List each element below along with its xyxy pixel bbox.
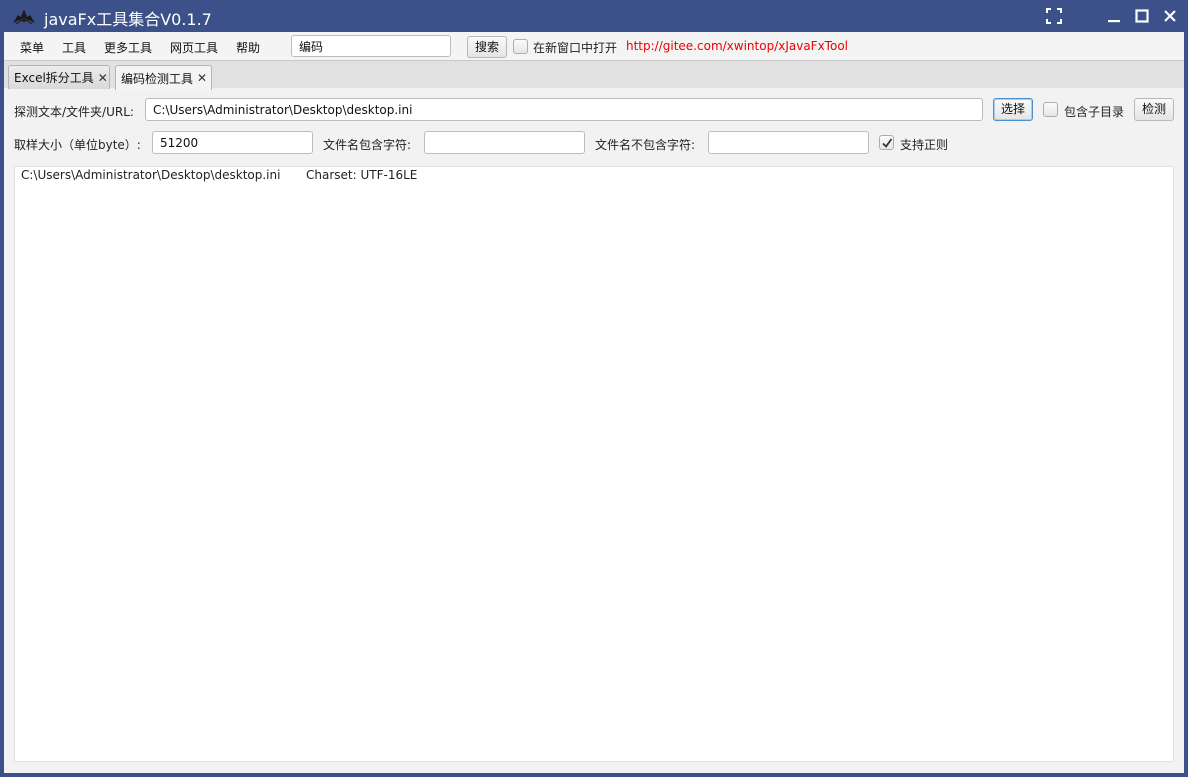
close-icon[interactable] <box>1158 4 1182 28</box>
regex-label: 支持正则 <box>900 138 949 152</box>
choose-button[interactable]: 选择 <box>993 98 1033 121</box>
tab-close-icon[interactable]: ✕ <box>197 72 207 84</box>
regex-checkbox[interactable] <box>879 135 894 150</box>
tab-close-icon[interactable]: ✕ <box>98 72 108 84</box>
open-new-window-label: 在新窗口中打开 <box>533 41 618 55</box>
include-subdir-label: 包含子目录 <box>1064 105 1125 119</box>
detect-button[interactable]: 检测 <box>1134 98 1174 121</box>
maximize-icon[interactable] <box>1130 4 1154 28</box>
menu-item-web-tools[interactable]: 网页工具 <box>170 39 218 56</box>
menu-item-tools[interactable]: 工具 <box>62 39 86 56</box>
checkmark-icon <box>882 138 893 148</box>
search-input[interactable] <box>291 35 451 57</box>
main-content: 菜单 工具 更多工具 网页工具 帮助 搜索 在新窗口中打开 http://git… <box>4 32 1184 773</box>
menu-item-menu[interactable]: 菜单 <box>20 39 44 56</box>
path-label: 探测文本/文件夹/URL: <box>14 105 134 119</box>
result-charset: Charset: UTF-16LE <box>306 168 418 182</box>
sample-size-input[interactable] <box>152 131 313 154</box>
menu-bar: 菜单 工具 更多工具 网页工具 帮助 搜索 在新窗口中打开 http://git… <box>4 32 1184 60</box>
menu-item-more-tools[interactable]: 更多工具 <box>104 39 152 56</box>
result-list[interactable]: C:\Users\Administrator\Desktop\desktop.i… <box>14 166 1174 762</box>
sample-size-label: 取样大小（单位byte）: <box>14 138 141 152</box>
filename-exclude-input[interactable] <box>708 131 869 154</box>
open-new-window-checkbox[interactable] <box>513 39 528 54</box>
tab-bar: Excel拆分工具 ✕ 编码检测工具 ✕ <box>4 60 1184 90</box>
app-logo-icon <box>12 7 36 25</box>
filename-include-label: 文件名包含字符: <box>323 138 412 152</box>
menu-item-help[interactable]: 帮助 <box>236 39 260 56</box>
search-button[interactable]: 搜索 <box>467 36 507 58</box>
filename-exclude-label: 文件名不包含字符: <box>595 138 696 152</box>
fullscreen-icon[interactable] <box>1042 4 1066 28</box>
app-window: javaFx工具集合V0.1.7 菜单 工具 更多工具 网页工具 帮助 搜索 在… <box>0 0 1188 777</box>
tab-label: 编码检测工具 <box>121 71 194 86</box>
window-title: javaFx工具集合V0.1.7 <box>44 10 212 29</box>
path-input[interactable] <box>145 98 983 121</box>
tab-label: Excel拆分工具 <box>14 71 94 85</box>
tab-encoding-detect[interactable]: 编码检测工具 ✕ <box>115 65 212 90</box>
include-subdir-checkbox[interactable] <box>1043 102 1058 117</box>
result-file-path: C:\Users\Administrator\Desktop\desktop.i… <box>21 168 281 182</box>
tab-excel-split[interactable]: Excel拆分工具 ✕ <box>8 65 110 89</box>
filename-include-input[interactable] <box>424 131 585 154</box>
title-bar[interactable]: javaFx工具集合V0.1.7 <box>0 0 1188 32</box>
minimize-icon[interactable] <box>1102 4 1126 28</box>
project-link[interactable]: http://gitee.com/xwintop/xJavaFxTool <box>626 39 848 53</box>
